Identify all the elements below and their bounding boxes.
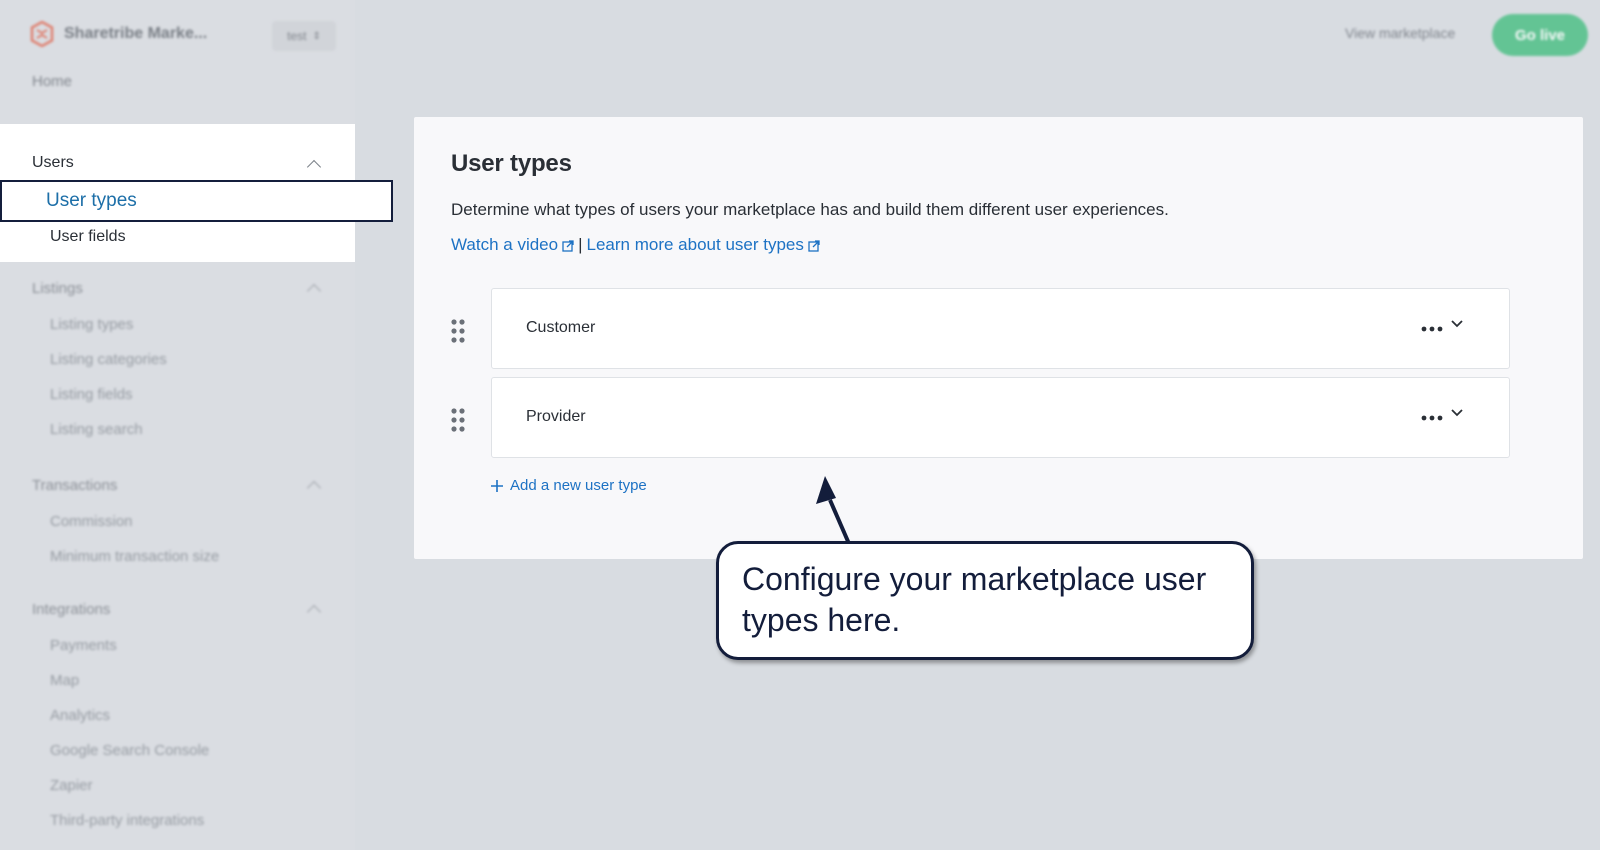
sidebar-item-listing-search[interactable]: Listing search <box>50 421 143 438</box>
sidebar-item-google-search-console[interactable]: Google Search Console <box>50 742 209 759</box>
add-user-type-button[interactable]: Add a new user type <box>491 477 647 494</box>
user-type-row-provider[interactable]: Provider <box>491 377 1510 458</box>
user-types-card: User types Determine what types of users… <box>414 117 1583 559</box>
drag-handle-icon[interactable] <box>450 408 466 432</box>
chevron-up-icon[interactable] <box>306 159 322 175</box>
sidebar-item-listing-fields[interactable]: Listing fields <box>50 386 133 403</box>
sidebar-section-title-integrations[interactable]: Integrations <box>32 601 110 618</box>
sharetribe-logo-icon <box>30 21 54 47</box>
chevron-down-icon[interactable] <box>1450 317 1464 331</box>
sidebar-section-title-users[interactable]: Users <box>32 154 74 172</box>
drag-handle-icon[interactable] <box>450 319 466 343</box>
sidebar-item-listing-categories[interactable]: Listing categories <box>50 351 167 368</box>
add-user-type-label: Add a new user type <box>510 477 647 494</box>
help-links: Watch a video | Learn more about user ty… <box>451 235 820 255</box>
environment-selector[interactable]: test ⇕ <box>272 21 336 51</box>
view-marketplace-link[interactable]: View marketplace <box>1345 25 1455 41</box>
external-link-icon <box>562 240 574 252</box>
chevron-down-icon[interactable] <box>1450 406 1464 420</box>
chevron-up-icon[interactable] <box>306 604 322 620</box>
more-options-icon[interactable] <box>1420 408 1444 428</box>
sidebar-item-user-types[interactable]: User types <box>0 180 393 222</box>
sidebar-section-users: Users User types User fields <box>0 124 393 262</box>
marketplace-name: Sharetribe Marke... <box>64 25 208 42</box>
brand[interactable]: Sharetribe Marke... <box>30 20 207 48</box>
sidebar-item-payments[interactable]: Payments <box>50 637 117 654</box>
more-options-icon[interactable] <box>1420 319 1444 339</box>
sidebar-section-title-transactions[interactable]: Transactions <box>32 477 117 494</box>
sidebar-item-listing-types[interactable]: Listing types <box>50 316 133 333</box>
plus-icon <box>491 479 503 492</box>
chevron-up-icon[interactable] <box>306 283 322 299</box>
updown-chevron-icon: ⇕ <box>312 30 321 42</box>
environment-label: test <box>287 29 307 43</box>
sidebar: Sharetribe Marke... test ⇕ Home Users Us… <box>0 0 393 850</box>
sidebar-item-zapier[interactable]: Zapier <box>50 777 93 794</box>
sidebar-item-home[interactable]: Home <box>32 73 72 90</box>
callout-arrow-icon <box>816 476 852 547</box>
sidebar-item-minimum-transaction-size[interactable]: Minimum transaction size <box>50 548 219 565</box>
link-separator: | <box>578 235 583 254</box>
callout-annotation: Configure your marketplace user types he… <box>716 541 1254 660</box>
sidebar-section-title-listings[interactable]: Listings <box>32 280 83 297</box>
user-type-name: Customer <box>526 319 596 336</box>
sidebar-item-map[interactable]: Map <box>50 672 79 689</box>
user-type-name: Provider <box>526 408 586 425</box>
sidebar-item-user-fields[interactable]: User fields <box>50 228 126 246</box>
page-title: User types <box>451 150 572 177</box>
user-type-row-customer[interactable]: Customer <box>491 288 1510 369</box>
learn-more-link[interactable]: Learn more about user types <box>587 235 804 255</box>
chevron-up-icon[interactable] <box>306 480 322 496</box>
watch-video-link[interactable]: Watch a video <box>451 235 558 255</box>
go-live-button[interactable]: Go live <box>1492 14 1588 56</box>
sidebar-item-analytics[interactable]: Analytics <box>50 707 110 724</box>
sidebar-item-commission[interactable]: Commission <box>50 513 133 530</box>
external-link-icon <box>808 240 820 252</box>
page-description: Determine what types of users your marke… <box>451 200 1169 219</box>
sidebar-item-third-party-integrations[interactable]: Third-party integrations <box>50 812 204 829</box>
